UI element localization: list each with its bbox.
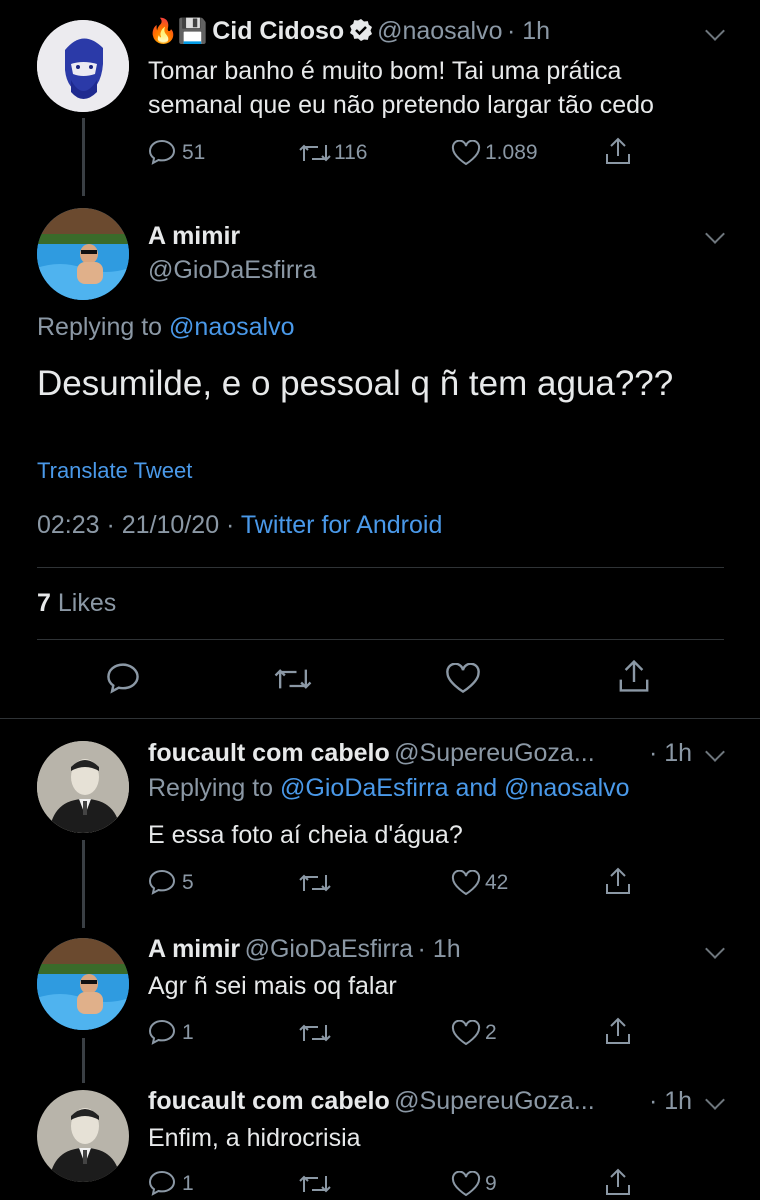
likes-summary[interactable]: 7 Likes	[37, 589, 116, 618]
share-icon[interactable]	[604, 136, 632, 166]
divider	[0, 718, 760, 719]
like-count: 42	[485, 871, 509, 894]
reply-count: 51	[182, 141, 206, 164]
avatar-portrait-photo-icon	[37, 741, 129, 833]
retweet-icon[interactable]	[298, 1021, 332, 1045]
avatar-drawing-icon	[37, 20, 129, 112]
like-count: 2	[485, 1021, 497, 1044]
tweet-header: 🔥💾 Cid Cidoso @naosalvo · 1h	[148, 17, 550, 47]
share-icon[interactable]	[604, 1016, 632, 1046]
like-icon[interactable]	[451, 140, 481, 166]
avatar[interactable]	[37, 938, 129, 1030]
timestamp[interactable]: · 1h	[507, 17, 550, 45]
retweet-icon[interactable]	[298, 1172, 332, 1196]
reply-count: 1	[182, 1172, 194, 1195]
tweet-meta: 02:23 · 21/10/20 · Twitter for Android	[37, 511, 442, 540]
replying-label: Replying to	[148, 774, 274, 802]
timestamp[interactable]: · 1h	[649, 739, 692, 768]
chevron-down-icon[interactable]	[705, 1090, 725, 1110]
chevron-down-icon[interactable]	[705, 224, 725, 244]
likes-label: Likes	[57, 589, 117, 617]
translate-tweet-link[interactable]: Translate Tweet	[37, 458, 192, 484]
tweet-text: Enfim, a hidrocrisia	[148, 1124, 361, 1152]
avatar[interactable]	[37, 1090, 129, 1182]
like-icon[interactable]	[451, 1020, 481, 1046]
reply-count: 5	[182, 871, 194, 894]
reply-icon[interactable]	[148, 869, 176, 895]
retweet-icon[interactable]	[298, 871, 332, 895]
share-icon[interactable]	[604, 866, 632, 896]
reply-icon[interactable]	[148, 139, 176, 165]
display-name[interactable]: foucault com cabelo	[148, 739, 390, 767]
source-link[interactable]: Twitter for Android	[241, 511, 442, 539]
reply-count: 1	[182, 1021, 194, 1044]
tweet-text: Tomar banho é muito bom! Tai uma prática…	[148, 54, 654, 122]
thread-line	[82, 840, 85, 928]
handle[interactable]: @naosalvo	[377, 17, 502, 45]
tweet-text: Agr ñ sei mais oq falar	[148, 972, 397, 1000]
handle[interactable]: @GioDaEsfirra	[148, 256, 316, 285]
replying-to: Replying to @GioDaEsfirra and @naosalvo	[148, 774, 630, 803]
avatar-pool-photo-icon	[37, 208, 129, 300]
avatar[interactable]	[37, 208, 129, 300]
handle[interactable]: @GioDaEsfirra	[245, 935, 413, 963]
avatar-portrait-photo-icon	[37, 1090, 129, 1182]
chevron-down-icon[interactable]	[705, 21, 725, 41]
display-name[interactable]: A mimir	[148, 935, 240, 963]
replying-to: Replying to @naosalvo	[37, 313, 294, 342]
retweet-count: 116	[334, 141, 368, 164]
divider	[37, 567, 724, 568]
share-icon[interactable]	[604, 1167, 632, 1197]
tweet-header: foucault com cabelo @SupereuGoza...	[148, 739, 595, 768]
like-count: 1.089	[485, 141, 538, 164]
timestamp: 02:23 · 21/10/20 ·	[37, 511, 235, 539]
avatar-pool-photo-icon	[37, 938, 129, 1030]
tweet-text-line: Tomar banho é muito bom! Tai uma prática	[148, 57, 622, 85]
main-tweet-text: Desumilde, e o pessoal q ñ tem agua???	[37, 364, 674, 403]
thread-line	[82, 1038, 85, 1083]
name-emoji: 🔥💾	[148, 18, 208, 45]
like-icon[interactable]	[451, 870, 481, 896]
avatar[interactable]	[37, 20, 129, 112]
retweet-icon[interactable]	[298, 141, 332, 165]
timestamp[interactable]: · 1h	[418, 935, 461, 963]
verified-badge-icon	[349, 18, 373, 47]
likes-count: 7	[37, 589, 51, 617]
handle[interactable]: @SupereuGoza...	[394, 739, 595, 767]
mention-link[interactable]: @naosalvo	[169, 313, 294, 341]
like-icon[interactable]	[451, 1171, 481, 1197]
display-name[interactable]: foucault com cabelo	[148, 1087, 390, 1115]
retweet-icon[interactable]	[273, 665, 313, 693]
display-name[interactable]: A mimir	[148, 222, 240, 251]
tweet-header: A mimir @GioDaEsfirra · 1h	[148, 935, 461, 964]
like-icon[interactable]	[445, 663, 481, 694]
mention-link[interactable]: @GioDaEsfirra and @naosalvo	[280, 774, 630, 802]
thread-line	[82, 118, 85, 196]
timestamp[interactable]: · 1h	[649, 1087, 692, 1116]
like-count: 9	[485, 1172, 497, 1195]
replying-label: Replying to	[37, 313, 163, 341]
tweet-text-line: semanal que eu não pretendo largar tão c…	[148, 91, 654, 119]
tweet-text: E essa foto aí cheia d'água?	[148, 821, 463, 849]
reply-icon[interactable]	[106, 662, 140, 694]
chevron-down-icon[interactable]	[705, 742, 725, 762]
tweet-header: foucault com cabelo @SupereuGoza...	[148, 1087, 595, 1116]
display-name[interactable]: Cid Cidoso	[212, 17, 344, 45]
avatar[interactable]	[37, 741, 129, 833]
reply-icon[interactable]	[148, 1170, 176, 1196]
chevron-down-icon[interactable]	[705, 939, 725, 959]
handle[interactable]: @SupereuGoza...	[394, 1087, 595, 1115]
divider	[37, 639, 724, 640]
share-icon[interactable]	[617, 658, 651, 694]
reply-icon[interactable]	[148, 1019, 176, 1045]
